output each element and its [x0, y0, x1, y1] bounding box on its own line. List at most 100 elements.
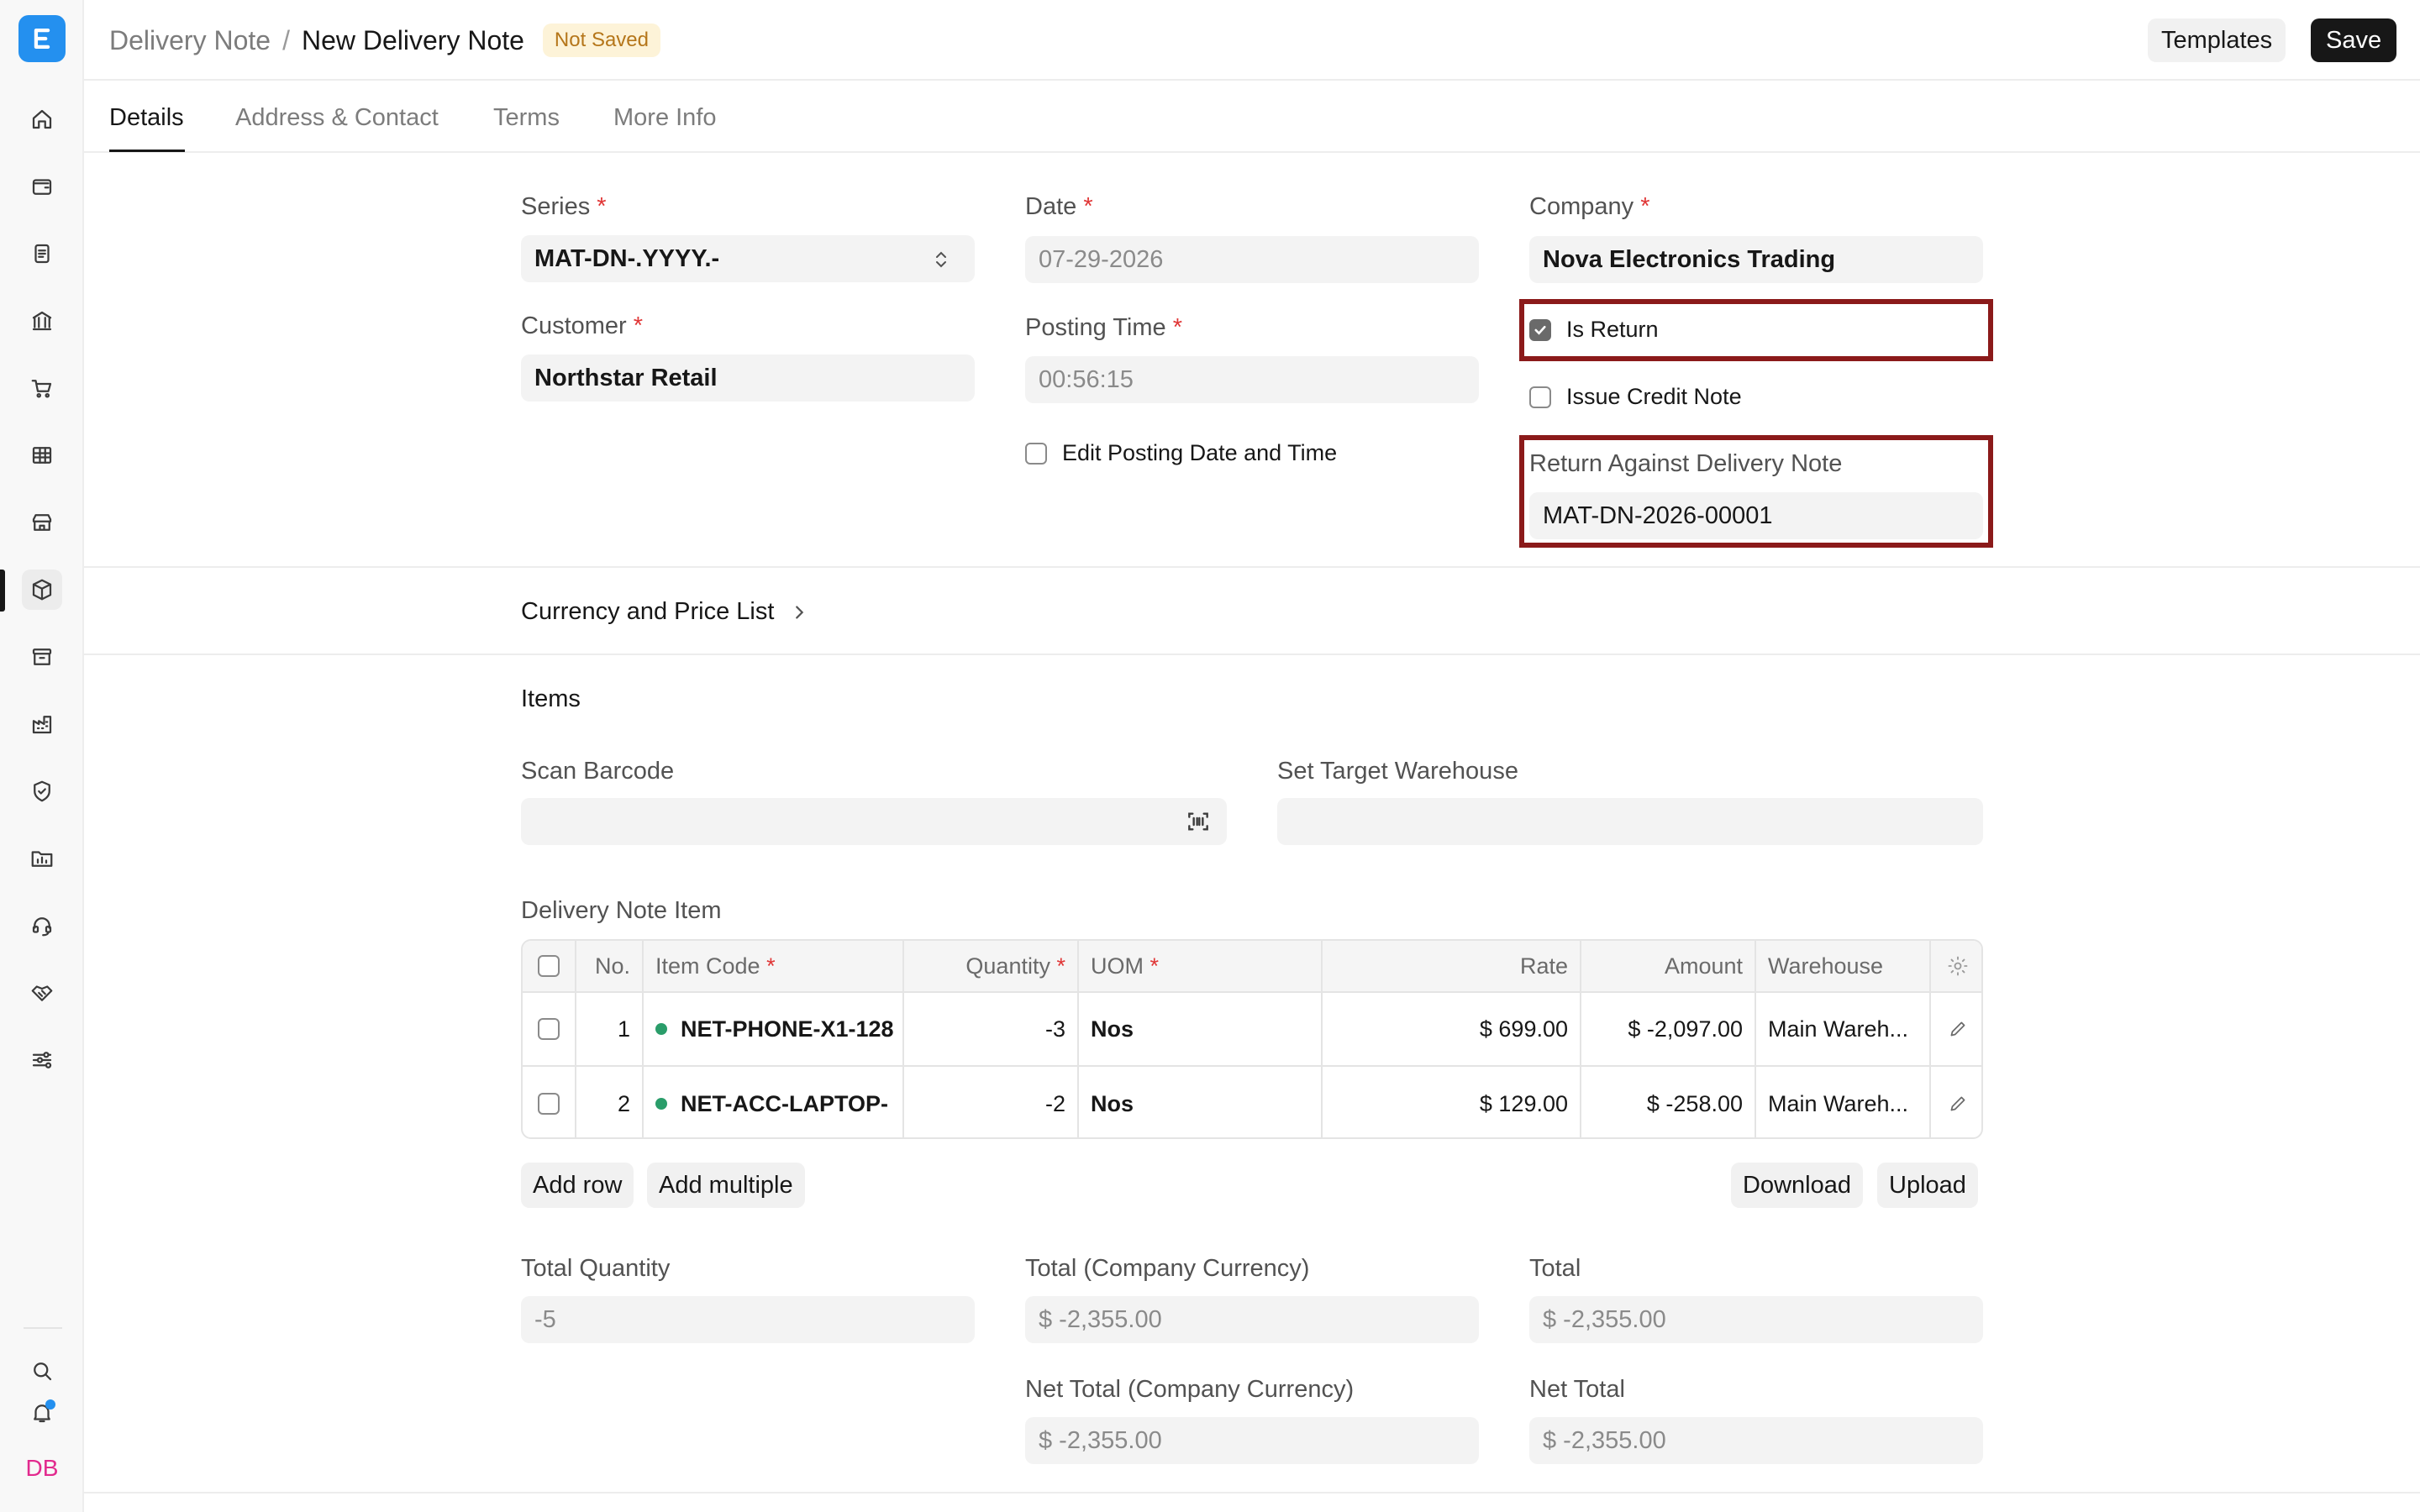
- erpnext-logo-icon: [34, 28, 50, 50]
- app-logo[interactable]: [18, 15, 66, 62]
- tab-terms[interactable]: Terms: [493, 104, 560, 132]
- column-header-rate: Rate: [1323, 941, 1581, 991]
- section-divider: [84, 566, 2420, 568]
- sidebar-item-accounting[interactable]: [22, 166, 62, 207]
- save-button[interactable]: Save: [2311, 18, 2397, 62]
- row-rate[interactable]: $ 129.00: [1323, 1067, 1581, 1137]
- search-icon: [34, 1362, 52, 1381]
- is-return-label: Is Return: [1566, 317, 1659, 342]
- row-rate[interactable]: $ 699.00: [1323, 993, 1581, 1065]
- headset-icon: [32, 917, 52, 937]
- archive-icon: [32, 648, 52, 665]
- company-field[interactable]: Nova Electronics Trading: [1529, 236, 1983, 283]
- sidebar-active-indicator: [0, 570, 5, 612]
- issue-credit-note-label: Issue Credit Note: [1566, 384, 1742, 409]
- select-all-checkbox[interactable]: [538, 955, 560, 977]
- topbar: Delivery Note / New Delivery Note Not Sa…: [84, 0, 2420, 81]
- cart-icon: [31, 380, 52, 398]
- pencil-icon[interactable]: [1947, 1093, 1969, 1115]
- row-edit-cell: [1931, 993, 1981, 1065]
- add-multiple-button[interactable]: Add multiple: [647, 1163, 805, 1208]
- building-icon: [32, 716, 52, 734]
- bank-icon: [32, 311, 52, 331]
- total-company-currency-field: $ -2,355.00: [1025, 1296, 1479, 1343]
- items-table-label: Delivery Note Item: [521, 897, 722, 924]
- currency-section-toggle[interactable]: Currency and Price List: [521, 598, 774, 626]
- row-checkbox[interactable]: [538, 1018, 560, 1040]
- sidebar-search-button[interactable]: [22, 1351, 62, 1391]
- edit-posting-checkbox[interactable]: [1025, 443, 1047, 465]
- row-uom[interactable]: Nos: [1079, 993, 1323, 1065]
- tab-details[interactable]: Details: [109, 104, 184, 132]
- issue-credit-note-checkbox[interactable]: [1529, 386, 1551, 408]
- sidebar-item-assets[interactable]: [22, 637, 62, 677]
- add-row-button[interactable]: Add row: [521, 1163, 634, 1208]
- wallet-icon: [32, 179, 52, 195]
- sidebar-item-support[interactable]: [22, 906, 62, 946]
- sidebar-item-reports[interactable]: [22, 435, 62, 475]
- handshake-icon: [31, 985, 53, 1001]
- active-tab-indicator: [109, 150, 185, 152]
- templates-button[interactable]: Templates: [2148, 18, 2286, 62]
- table-header: No. Item Code * Quantity * UOM * Rate Am…: [523, 941, 1981, 993]
- posting-time-field[interactable]: 00:56:15: [1025, 356, 1479, 403]
- series-select[interactable]: MAT-DN-.YYYY.-: [521, 235, 975, 282]
- total-label: Total: [1529, 1255, 1581, 1282]
- column-settings-cell: [1931, 941, 1981, 991]
- row-warehouse[interactable]: Main Wareh...: [1756, 993, 1931, 1065]
- posting-time-label: Posting Time *: [1025, 314, 1182, 341]
- sidebar-item-selling[interactable]: [22, 502, 62, 543]
- net-total-field: $ -2,355.00: [1529, 1417, 1983, 1464]
- chevron-right-icon[interactable]: [790, 603, 808, 622]
- return-against-label: Return Against Delivery Note: [1529, 450, 1843, 477]
- column-header-no: No.: [576, 941, 644, 991]
- pencil-icon[interactable]: [1947, 1018, 1969, 1040]
- sidebar-item-projects[interactable]: [22, 838, 62, 879]
- sidebar-item-crm[interactable]: [22, 973, 62, 1013]
- date-field[interactable]: 07-29-2026: [1025, 236, 1479, 283]
- edit-posting-label: Edit Posting Date and Time: [1062, 440, 1338, 465]
- upload-button[interactable]: Upload: [1877, 1163, 1978, 1208]
- row-item-code[interactable]: NET-PHONE-X1-128: [644, 993, 904, 1065]
- sidebar-item-documents[interactable]: [22, 234, 62, 274]
- page-title: New Delivery Note: [301, 24, 524, 55]
- avatar[interactable]: DB: [22, 1448, 62, 1488]
- sidebar-item-home[interactable]: [22, 99, 62, 139]
- section-divider: [84, 1492, 2420, 1494]
- breadcrumb-parent[interactable]: Delivery Note: [109, 25, 271, 56]
- page: DB Delivery Note / New Delivery Note Not…: [0, 0, 2420, 1512]
- row-warehouse[interactable]: Main Wareh...: [1756, 1067, 1931, 1137]
- row-quantity[interactable]: -2: [904, 1067, 1079, 1137]
- barcode-scan-icon[interactable]: [1185, 808, 1212, 835]
- total-company-currency-label: Total (Company Currency): [1025, 1255, 1310, 1282]
- row-checkbox[interactable]: [538, 1093, 560, 1115]
- table-row[interactable]: 2 NET-ACC-LAPTOP- -2 Nos $ 129.00 $ -258…: [523, 1067, 1981, 1137]
- sidebar-item-settings[interactable]: [22, 1040, 62, 1080]
- sidebar-item-quality[interactable]: [22, 771, 62, 811]
- row-item-code[interactable]: NET-ACC-LAPTOP-: [644, 1067, 904, 1137]
- series-label: Series *: [521, 193, 607, 220]
- scan-barcode-input[interactable]: [521, 798, 1227, 845]
- table-row[interactable]: 1 NET-PHONE-X1-128 -3 Nos $ 699.00 $ -2,…: [523, 993, 1981, 1067]
- gear-icon[interactable]: [1946, 954, 1970, 978]
- select-arrows-icon: [936, 251, 946, 268]
- sidebar-item-stock[interactable]: [22, 570, 62, 610]
- customer-field[interactable]: Northstar Retail: [521, 354, 975, 402]
- row-uom[interactable]: Nos: [1079, 1067, 1323, 1137]
- is-return-checkbox[interactable]: [1529, 319, 1551, 341]
- download-button[interactable]: Download: [1731, 1163, 1863, 1208]
- breadcrumb: Delivery Note / New Delivery Note Not Sa…: [109, 24, 660, 57]
- sidebar-notifications-button[interactable]: [22, 1393, 62, 1433]
- column-header-item-code: Item Code *: [644, 941, 904, 991]
- sidebar-item-banking[interactable]: [22, 301, 62, 341]
- row-select-cell: [523, 993, 576, 1065]
- row-quantity[interactable]: -3: [904, 993, 1079, 1065]
- sidebar-item-manufacturing[interactable]: [22, 704, 62, 744]
- section-divider: [84, 654, 2420, 655]
- sidebar-item-buying[interactable]: [22, 368, 62, 408]
- net-total-company-currency-field: $ -2,355.00: [1025, 1417, 1479, 1464]
- target-warehouse-input[interactable]: [1277, 798, 1983, 845]
- tab-more-info[interactable]: More Info: [613, 104, 717, 132]
- tab-address-contact[interactable]: Address & Contact: [235, 104, 439, 132]
- return-against-field[interactable]: MAT-DN-2026-00001: [1529, 492, 1983, 539]
